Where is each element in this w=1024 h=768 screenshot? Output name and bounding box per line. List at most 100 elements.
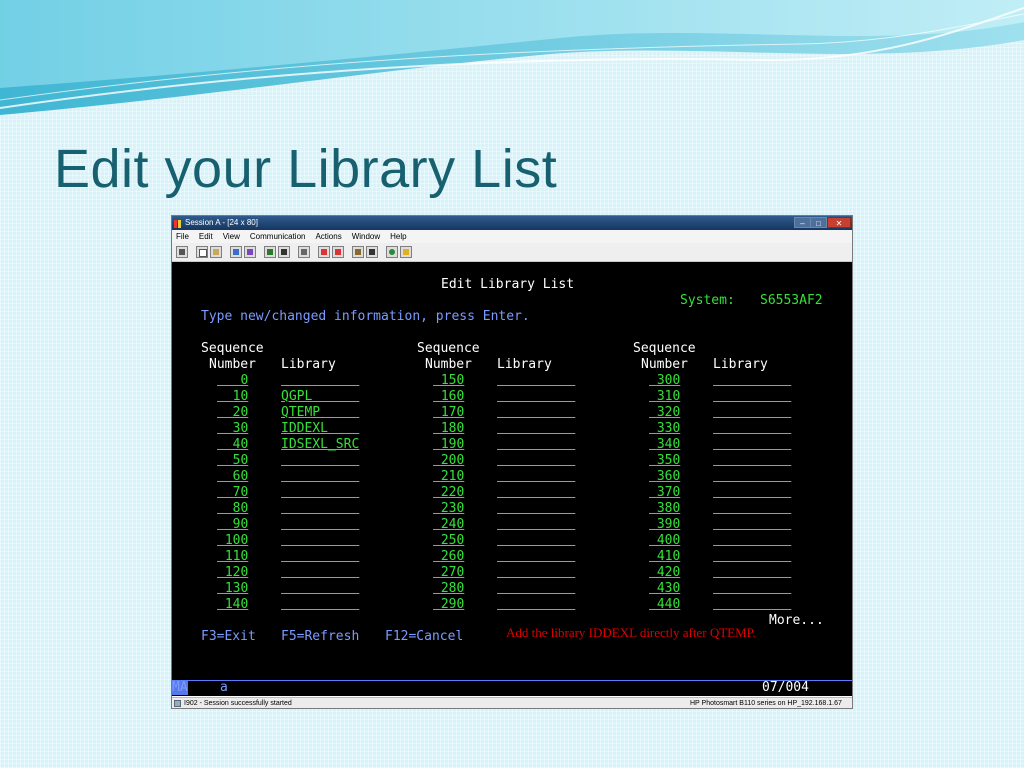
sequence-number-field[interactable]: 150: [433, 373, 465, 389]
sequence-number-field[interactable]: 430: [649, 581, 681, 597]
library-name-field[interactable]: [713, 485, 791, 501]
library-name-field[interactable]: [497, 517, 575, 533]
sequence-number-field[interactable]: 200: [433, 453, 465, 469]
library-name-field[interactable]: [281, 469, 359, 485]
menu-window[interactable]: Window: [352, 230, 380, 243]
sequence-number-field[interactable]: 390: [649, 517, 681, 533]
library-name-field[interactable]: [497, 581, 575, 597]
library-name-field[interactable]: [713, 421, 791, 437]
library-name-field[interactable]: [497, 405, 575, 421]
sequence-number-field[interactable]: 60: [217, 469, 249, 485]
library-name-field[interactable]: [713, 469, 791, 485]
sequence-number-field[interactable]: 310: [649, 389, 681, 405]
library-name-field[interactable]: [281, 581, 359, 597]
sequence-number-field[interactable]: 340: [649, 437, 681, 453]
download-icon[interactable]: [366, 246, 378, 258]
library-name-field[interactable]: [281, 485, 359, 501]
library-name-field[interactable]: [281, 549, 359, 565]
library-name-field[interactable]: [713, 437, 791, 453]
sequence-number-field[interactable]: 160: [433, 389, 465, 405]
sequence-number-field[interactable]: 40: [217, 437, 249, 453]
library-name-field[interactable]: [713, 549, 791, 565]
library-name-field[interactable]: [497, 373, 575, 389]
sequence-number-field[interactable]: 70: [217, 485, 249, 501]
library-name-field[interactable]: [281, 565, 359, 581]
library-name-field[interactable]: [497, 501, 575, 517]
sequence-number-field[interactable]: 100: [217, 533, 249, 549]
library-name-field[interactable]: [713, 389, 791, 405]
display-icon[interactable]: [264, 246, 276, 258]
library-name-field[interactable]: [281, 453, 359, 469]
sequence-number-field[interactable]: 0: [217, 373, 248, 389]
library-name-field[interactable]: [281, 501, 359, 517]
sequence-number-field[interactable]: 30: [217, 421, 249, 437]
library-name-field[interactable]: IDDEXL: [281, 421, 359, 437]
library-name-field[interactable]: [281, 373, 359, 389]
window-titlebar[interactable]: Session A - [24 x 80] – □ ✕: [172, 216, 852, 230]
sequence-number-field[interactable]: 90: [217, 517, 249, 533]
maximize-icon[interactable]: □: [810, 217, 827, 228]
library-name-field[interactable]: [713, 517, 791, 533]
sequence-number-field[interactable]: 20: [217, 405, 249, 421]
sequence-number-field[interactable]: 360: [649, 469, 681, 485]
copy-icon[interactable]: [196, 246, 208, 258]
library-name-field[interactable]: [713, 453, 791, 469]
menu-edit[interactable]: Edit: [199, 230, 213, 243]
library-name-field[interactable]: [281, 517, 359, 533]
library-name-field[interactable]: [497, 533, 575, 549]
library-name-field[interactable]: IDSEXL_SRC: [281, 437, 359, 453]
paste-icon[interactable]: [210, 246, 222, 258]
sequence-number-field[interactable]: 130: [217, 581, 249, 597]
library-name-field[interactable]: [497, 565, 575, 581]
library-name-field[interactable]: [497, 389, 575, 405]
sequence-number-field[interactable]: 260: [433, 549, 465, 565]
edit-icon[interactable]: [400, 246, 412, 258]
menu-view[interactable]: View: [223, 230, 240, 243]
sequence-number-field[interactable]: 240: [433, 517, 465, 533]
library-name-field[interactable]: [713, 565, 791, 581]
record-icon[interactable]: [318, 246, 330, 258]
menu-communication[interactable]: Communication: [250, 230, 306, 243]
minimize-icon[interactable]: –: [794, 217, 811, 228]
receive-icon[interactable]: [244, 246, 256, 258]
sequence-number-field[interactable]: 330: [649, 421, 681, 437]
library-name-field[interactable]: [497, 597, 575, 613]
menu-actions[interactable]: Actions: [315, 230, 341, 243]
library-name-field[interactable]: [281, 597, 359, 613]
sequence-number-field[interactable]: 420: [649, 565, 681, 581]
library-name-field[interactable]: [713, 373, 791, 389]
library-name-field[interactable]: [713, 597, 791, 613]
macro-icon[interactable]: [298, 246, 310, 258]
sequence-number-field[interactable]: 220: [433, 485, 465, 501]
f12-cancel-key[interactable]: F12=Cancel: [385, 629, 463, 645]
library-name-field[interactable]: [281, 533, 359, 549]
library-name-field[interactable]: [497, 469, 575, 485]
sequence-number-field[interactable]: 400: [649, 533, 681, 549]
menu-file[interactable]: File: [176, 230, 189, 243]
f3-exit-key[interactable]: F3=Exit: [201, 629, 256, 645]
sequence-number-field[interactable]: 320: [649, 405, 681, 421]
sequence-number-field[interactable]: 410: [649, 549, 681, 565]
library-name-field[interactable]: [713, 581, 791, 597]
sequence-number-field[interactable]: 380: [649, 501, 681, 517]
transfer-icon[interactable]: [352, 246, 364, 258]
sequence-number-field[interactable]: 210: [433, 469, 465, 485]
globe-icon[interactable]: [386, 246, 398, 258]
library-name-field[interactable]: [497, 485, 575, 501]
library-name-field[interactable]: [497, 421, 575, 437]
f5-refresh-key[interactable]: F5=Refresh: [281, 629, 359, 645]
sequence-number-field[interactable]: 230: [433, 501, 465, 517]
close-icon[interactable]: ✕: [827, 217, 851, 228]
sequence-number-field[interactable]: 80: [217, 501, 249, 517]
sequence-number-field[interactable]: 370: [649, 485, 681, 501]
keyboard-icon[interactable]: [278, 246, 290, 258]
sequence-number-field[interactable]: 270: [433, 565, 465, 581]
sequence-number-field[interactable]: 50: [217, 453, 249, 469]
library-name-field[interactable]: [497, 453, 575, 469]
library-name-field[interactable]: [497, 549, 575, 565]
sequence-number-field[interactable]: 440: [649, 597, 681, 613]
print-icon[interactable]: [176, 246, 188, 258]
sequence-number-field[interactable]: 120: [217, 565, 249, 581]
sequence-number-field[interactable]: 180: [433, 421, 465, 437]
library-name-field[interactable]: QTEMP: [281, 405, 359, 421]
